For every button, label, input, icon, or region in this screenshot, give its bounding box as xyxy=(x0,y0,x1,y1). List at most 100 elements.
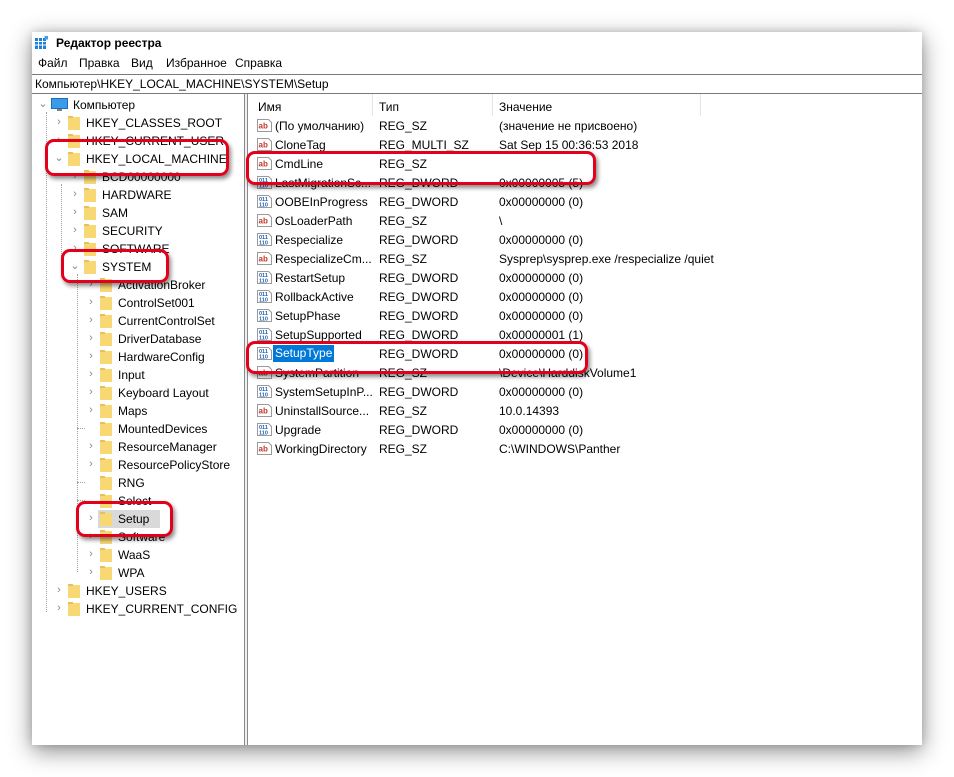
column-header-name[interactable]: Имя xyxy=(258,100,281,114)
value-row[interactable]: ab (По умолчанию) REG_SZ (значение не присв… xyxy=(250,116,922,135)
value-row[interactable]: 011 110 SetupPhase REG_DWORD 0x00000000 (0) xyxy=(250,306,922,325)
value-row[interactable]: ab CmdLine REG_SZ xyxy=(250,154,922,173)
value-row[interactable]: ab UninstallSource... REG_SZ 10.0.14393 xyxy=(250,401,922,420)
address-path[interactable]: Компьютер\HKEY_LOCAL_MACHINE\SYSTEM\Setu… xyxy=(35,77,329,91)
address-bar[interactable]: Компьютер\HKEY_LOCAL_MACHINE\SYSTEM\Setu… xyxy=(32,74,922,94)
value-type: REG_SZ xyxy=(379,214,428,228)
chevron-right-icon[interactable]: › xyxy=(70,242,80,254)
value-name: SetupSupported xyxy=(275,328,362,342)
string-value-icon: ab xyxy=(257,404,272,417)
chevron-right-icon[interactable]: › xyxy=(70,224,80,236)
tree-label: MountedDevices xyxy=(118,422,208,436)
value-name: SetupPhase xyxy=(275,309,341,323)
value-type: REG_DWORD xyxy=(379,233,459,247)
folder-icon xyxy=(100,386,112,400)
chevron-right-icon[interactable]: › xyxy=(86,278,96,290)
value-type: REG_MULTI_SZ xyxy=(379,138,469,152)
registry-editor-icon xyxy=(35,36,48,49)
folder-icon xyxy=(84,170,96,184)
chevron-right-icon[interactable]: › xyxy=(70,170,80,182)
chevron-right-icon[interactable]: › xyxy=(54,584,64,596)
value-name: RespecializeCm... xyxy=(275,252,372,266)
key-tree[interactable]: ⌄ Компьютер › HKEY_CLASSES_ROOT › HKEY_C… xyxy=(32,94,244,745)
tree-label: ResourceManager xyxy=(118,440,217,454)
tree-label: HKEY_CLASSES_ROOT xyxy=(86,116,223,130)
tree-guide-line xyxy=(61,184,62,266)
column-separator[interactable] xyxy=(372,94,373,116)
column-separator[interactable] xyxy=(700,94,701,116)
chevron-right-icon[interactable]: › xyxy=(86,350,96,362)
chevron-right-icon[interactable]: › xyxy=(86,458,96,470)
binary-value-icon: 011 110 xyxy=(257,290,272,304)
folder-icon xyxy=(84,260,96,274)
tree-label: Компьютер xyxy=(73,98,136,112)
value-row[interactable]: 011 110 SetupSupported REG_DWORD 0x00000001 … xyxy=(250,325,922,344)
chevron-right-icon[interactable]: › xyxy=(54,116,64,128)
value-row[interactable]: 011 110 Respecialize REG_DWORD 0x00000000 (0… xyxy=(250,230,922,249)
values-list[interactable]: Имя Тип Значение ab (По умолчанию) REG_SZ (… xyxy=(250,94,922,745)
svg-text:ab: ab xyxy=(259,369,268,378)
value-data: 0x00000000 (0) xyxy=(499,309,584,323)
chevron-right-icon[interactable]: › xyxy=(54,134,64,146)
tree-item-setup[interactable]: › Setup xyxy=(86,510,160,528)
menu-help[interactable]: Справка xyxy=(235,56,282,70)
value-row[interactable]: 011 110 SetupType REG_DWORD 0x00000000 (0) xyxy=(250,344,922,363)
value-row[interactable]: 011 110 SystemSetupInP... REG_DWORD 0x000000… xyxy=(250,382,922,401)
pane-splitter[interactable] xyxy=(244,94,248,745)
value-row[interactable]: ab WorkingDirectory REG_SZ C:\WINDOWS\Panth… xyxy=(250,439,922,458)
chevron-right-icon[interactable]: › xyxy=(86,296,96,308)
column-separator[interactable] xyxy=(492,94,493,116)
chevron-right-icon[interactable]: › xyxy=(70,206,80,218)
menu-favorites[interactable]: Избранное xyxy=(166,56,227,70)
value-row[interactable]: ab CloneTag REG_MULTI_SZ Sat Sep 15 00:36:5… xyxy=(250,135,922,154)
value-row[interactable]: 011 110 RestartSetup REG_DWORD 0x00000000 (0… xyxy=(250,268,922,287)
chevron-right-icon[interactable]: › xyxy=(70,188,80,200)
value-row[interactable]: ab OsLoaderPath REG_SZ \ xyxy=(250,211,922,230)
chevron-right-icon[interactable]: › xyxy=(86,404,96,416)
value-data: Sat Sep 15 00:36:53 2018 xyxy=(499,138,639,152)
chevron-right-icon[interactable]: › xyxy=(86,386,96,398)
chevron-right-icon[interactable]: › xyxy=(86,548,96,560)
tree-label: HKEY_LOCAL_MACHINE xyxy=(86,152,227,166)
value-data: C:\WINDOWS\Panther xyxy=(499,442,621,456)
value-name: Respecialize xyxy=(275,233,344,247)
value-row[interactable]: 011 110 Upgrade REG_DWORD 0x00000000 (0) xyxy=(250,420,922,439)
chevron-right-icon[interactable]: › xyxy=(86,530,96,542)
chevron-right-icon[interactable]: › xyxy=(86,440,96,452)
value-name: SystemSetupInP... xyxy=(275,385,373,399)
chevron-right-icon[interactable]: › xyxy=(86,512,96,524)
value-row[interactable]: 011 110 RollbackActive REG_DWORD 0x00000000 … xyxy=(250,287,922,306)
menu-edit[interactable]: Правка xyxy=(79,56,120,70)
chevron-right-icon[interactable]: › xyxy=(86,314,96,326)
folder-icon xyxy=(100,332,112,346)
chevron-down-icon[interactable]: ⌄ xyxy=(70,260,80,272)
tree-guide-line xyxy=(46,112,47,612)
chevron-right-icon[interactable]: › xyxy=(86,332,96,344)
value-data: 10.0.14393 xyxy=(499,404,560,418)
column-header-type[interactable]: Тип xyxy=(379,100,399,114)
chevron-down-icon[interactable]: ⌄ xyxy=(38,98,48,110)
svg-text:110: 110 xyxy=(259,355,268,361)
tree-label: RNG xyxy=(118,476,145,490)
chevron-right-icon[interactable]: › xyxy=(86,368,96,380)
value-data: 0x00000000 (0) xyxy=(499,385,584,399)
chevron-right-icon[interactable]: › xyxy=(86,566,96,578)
column-header-data[interactable]: Значение xyxy=(499,100,552,114)
value-row[interactable]: ab RespecializeCm... REG_SZ Sysprep\sysprep… xyxy=(250,249,922,268)
menu-file[interactable]: Файл xyxy=(38,56,68,70)
tree-label: SYSTEM xyxy=(102,260,152,274)
value-row[interactable]: ab SystemPartition REG_SZ \Device\HarddiskV… xyxy=(250,363,922,382)
svg-text:110: 110 xyxy=(259,298,268,304)
chevron-right-icon[interactable]: › xyxy=(54,602,64,614)
value-row[interactable]: 011 110 OOBEInProgress REG_DWORD 0x00000000 … xyxy=(250,192,922,211)
tree-guide-line xyxy=(77,500,85,501)
value-row[interactable]: 011 110 LastMigrationSc... REG_DWORD 0x00000… xyxy=(250,173,922,192)
tree-guide-line xyxy=(77,482,85,483)
value-type: REG_DWORD xyxy=(379,328,459,342)
svg-text:ab: ab xyxy=(259,407,268,416)
folder-icon xyxy=(84,206,96,220)
folder-icon xyxy=(68,152,80,166)
tree-label: WPA xyxy=(118,566,145,580)
chevron-down-icon[interactable]: ⌄ xyxy=(54,152,64,164)
menu-view[interactable]: Вид xyxy=(131,56,153,70)
